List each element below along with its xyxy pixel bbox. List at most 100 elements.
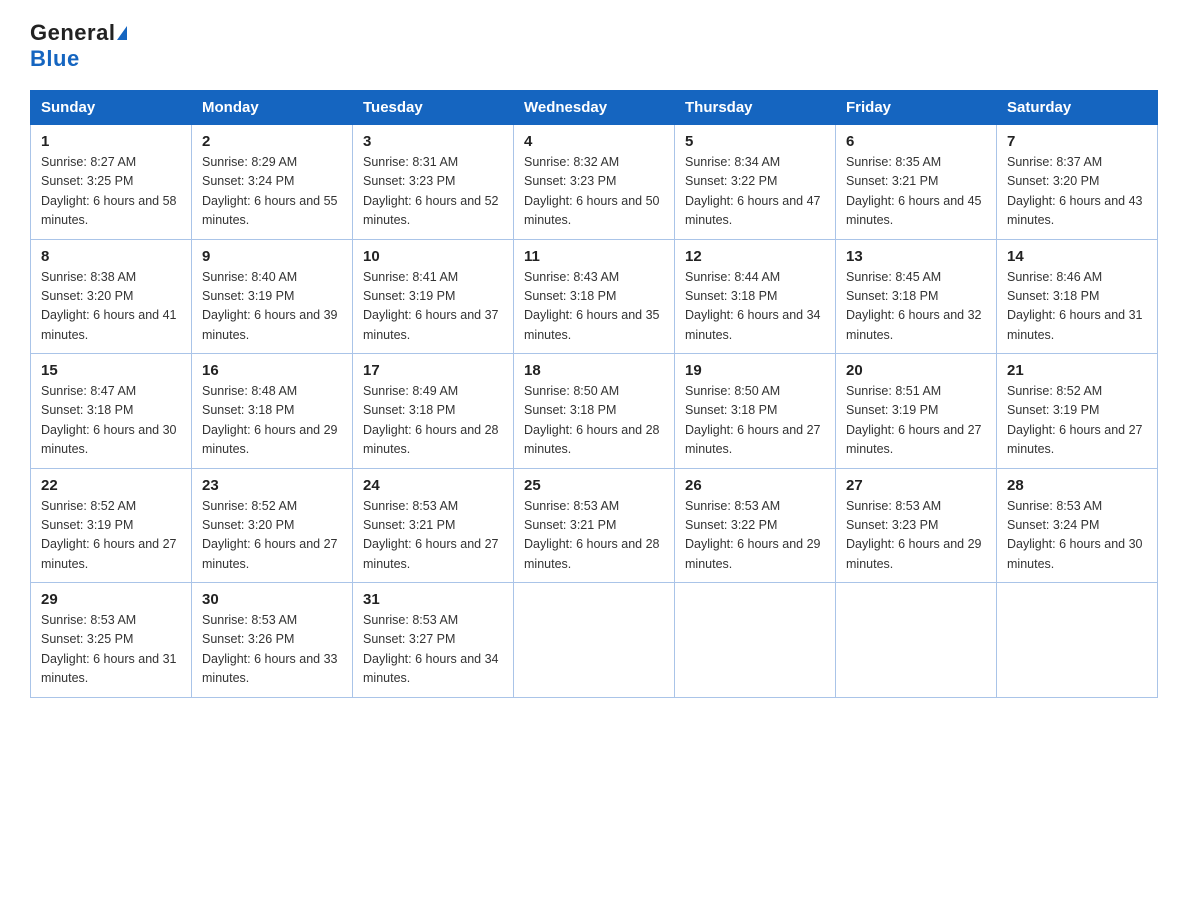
- weekday-row: SundayMondayTuesdayWednesdayThursdayFrid…: [31, 91, 1158, 125]
- day-info: Sunrise: 8:40 AMSunset: 3:19 PMDaylight:…: [202, 270, 338, 342]
- calendar-cell: [997, 583, 1158, 698]
- day-info: Sunrise: 8:44 AMSunset: 3:18 PMDaylight:…: [685, 270, 821, 342]
- day-number: 6: [846, 133, 986, 150]
- logo-triangle-icon: [117, 26, 127, 40]
- day-number: 31: [363, 591, 503, 608]
- day-number: 17: [363, 362, 503, 379]
- calendar-cell: 18Sunrise: 8:50 AMSunset: 3:18 PMDayligh…: [514, 354, 675, 469]
- day-info: Sunrise: 8:34 AMSunset: 3:22 PMDaylight:…: [685, 155, 821, 227]
- day-info: Sunrise: 8:45 AMSunset: 3:18 PMDaylight:…: [846, 270, 982, 342]
- day-info: Sunrise: 8:29 AMSunset: 3:24 PMDaylight:…: [202, 155, 338, 227]
- day-info: Sunrise: 8:53 AMSunset: 3:21 PMDaylight:…: [363, 499, 499, 571]
- calendar-cell: 16Sunrise: 8:48 AMSunset: 3:18 PMDayligh…: [192, 354, 353, 469]
- calendar-cell: [836, 583, 997, 698]
- calendar-cell: [514, 583, 675, 698]
- day-info: Sunrise: 8:31 AMSunset: 3:23 PMDaylight:…: [363, 155, 499, 227]
- day-info: Sunrise: 8:46 AMSunset: 3:18 PMDaylight:…: [1007, 270, 1143, 342]
- day-info: Sunrise: 8:53 AMSunset: 3:24 PMDaylight:…: [1007, 499, 1143, 571]
- day-number: 7: [1007, 133, 1147, 150]
- calendar-cell: 5 Sunrise: 8:34 AMSunset: 3:22 PMDaylight…: [675, 125, 836, 240]
- day-number: 3: [363, 133, 503, 150]
- calendar-cell: 7 Sunrise: 8:37 AMSunset: 3:20 PMDaylight…: [997, 125, 1158, 240]
- week-row-3: 15Sunrise: 8:47 AMSunset: 3:18 PMDayligh…: [31, 354, 1158, 469]
- day-number: 8: [41, 248, 181, 265]
- weekday-header-sunday: Sunday: [31, 91, 192, 125]
- calendar-cell: 1 Sunrise: 8:27 AMSunset: 3:25 PMDaylight…: [31, 125, 192, 240]
- calendar-cell: 14 Sunrise: 8:46 AMSunset: 3:18 PMDayligh…: [997, 239, 1158, 354]
- calendar-cell: 31 Sunrise: 8:53 AMSunset: 3:27 PMDayligh…: [353, 583, 514, 698]
- day-info: Sunrise: 8:52 AMSunset: 3:20 PMDaylight:…: [202, 499, 338, 571]
- calendar-cell: 15Sunrise: 8:47 AMSunset: 3:18 PMDayligh…: [31, 354, 192, 469]
- day-info: Sunrise: 8:35 AMSunset: 3:21 PMDaylight:…: [846, 155, 982, 227]
- day-info: Sunrise: 8:50 AMSunset: 3:18 PMDaylight:…: [524, 384, 660, 456]
- calendar-cell: 10Sunrise: 8:41 AMSunset: 3:19 PMDayligh…: [353, 239, 514, 354]
- day-number: 30: [202, 591, 342, 608]
- calendar-cell: 30 Sunrise: 8:53 AMSunset: 3:26 PMDayligh…: [192, 583, 353, 698]
- day-info: Sunrise: 8:43 AMSunset: 3:18 PMDaylight:…: [524, 270, 660, 342]
- day-info: Sunrise: 8:48 AMSunset: 3:18 PMDaylight:…: [202, 384, 338, 456]
- day-info: Sunrise: 8:53 AMSunset: 3:22 PMDaylight:…: [685, 499, 821, 571]
- calendar-cell: 6 Sunrise: 8:35 AMSunset: 3:21 PMDaylight…: [836, 125, 997, 240]
- calendar-cell: 4Sunrise: 8:32 AMSunset: 3:23 PMDaylight…: [514, 125, 675, 240]
- calendar-cell: 20Sunrise: 8:51 AMSunset: 3:19 PMDayligh…: [836, 354, 997, 469]
- weekday-header-friday: Friday: [836, 91, 997, 125]
- logo-general-text: General: [30, 20, 115, 45]
- day-number: 25: [524, 477, 664, 494]
- day-number: 21: [1007, 362, 1147, 379]
- calendar-table: SundayMondayTuesdayWednesdayThursdayFrid…: [30, 90, 1158, 698]
- day-info: Sunrise: 8:27 AMSunset: 3:25 PMDaylight:…: [41, 155, 177, 227]
- day-number: 24: [363, 477, 503, 494]
- week-row-5: 29Sunrise: 8:53 AMSunset: 3:25 PMDayligh…: [31, 583, 1158, 698]
- calendar-cell: 19 Sunrise: 8:50 AMSunset: 3:18 PMDayligh…: [675, 354, 836, 469]
- day-info: Sunrise: 8:53 AMSunset: 3:27 PMDaylight:…: [363, 613, 499, 685]
- weekday-header-monday: Monday: [192, 91, 353, 125]
- calendar-cell: 28 Sunrise: 8:53 AMSunset: 3:24 PMDayligh…: [997, 468, 1158, 583]
- week-row-1: 1 Sunrise: 8:27 AMSunset: 3:25 PMDaylight…: [31, 125, 1158, 240]
- day-info: Sunrise: 8:53 AMSunset: 3:25 PMDaylight:…: [41, 613, 177, 685]
- calendar-cell: 11Sunrise: 8:43 AMSunset: 3:18 PMDayligh…: [514, 239, 675, 354]
- day-number: 26: [685, 477, 825, 494]
- calendar-body: 1 Sunrise: 8:27 AMSunset: 3:25 PMDaylight…: [31, 125, 1158, 698]
- day-number: 12: [685, 248, 825, 265]
- calendar-cell: 23Sunrise: 8:52 AMSunset: 3:20 PMDayligh…: [192, 468, 353, 583]
- day-number: 20: [846, 362, 986, 379]
- day-info: Sunrise: 8:53 AMSunset: 3:26 PMDaylight:…: [202, 613, 338, 685]
- day-info: Sunrise: 8:52 AMSunset: 3:19 PMDaylight:…: [1007, 384, 1143, 456]
- day-number: 9: [202, 248, 342, 265]
- calendar-cell: 9 Sunrise: 8:40 AMSunset: 3:19 PMDaylight…: [192, 239, 353, 354]
- calendar-cell: 12 Sunrise: 8:44 AMSunset: 3:18 PMDayligh…: [675, 239, 836, 354]
- calendar-cell: 21 Sunrise: 8:52 AMSunset: 3:19 PMDayligh…: [997, 354, 1158, 469]
- weekday-header-tuesday: Tuesday: [353, 91, 514, 125]
- day-info: Sunrise: 8:53 AMSunset: 3:23 PMDaylight:…: [846, 499, 982, 571]
- calendar-cell: 22 Sunrise: 8:52 AMSunset: 3:19 PMDayligh…: [31, 468, 192, 583]
- weekday-header-thursday: Thursday: [675, 91, 836, 125]
- calendar-cell: [675, 583, 836, 698]
- day-info: Sunrise: 8:49 AMSunset: 3:18 PMDaylight:…: [363, 384, 499, 456]
- day-number: 10: [363, 248, 503, 265]
- day-number: 14: [1007, 248, 1147, 265]
- day-info: Sunrise: 8:53 AMSunset: 3:21 PMDaylight:…: [524, 499, 660, 571]
- calendar-cell: 8Sunrise: 8:38 AMSunset: 3:20 PMDaylight…: [31, 239, 192, 354]
- calendar-cell: 24 Sunrise: 8:53 AMSunset: 3:21 PMDayligh…: [353, 468, 514, 583]
- calendar-cell: 2Sunrise: 8:29 AMSunset: 3:24 PMDaylight…: [192, 125, 353, 240]
- day-number: 5: [685, 133, 825, 150]
- day-number: 22: [41, 477, 181, 494]
- calendar-cell: 13 Sunrise: 8:45 AMSunset: 3:18 PMDayligh…: [836, 239, 997, 354]
- calendar-cell: 29Sunrise: 8:53 AMSunset: 3:25 PMDayligh…: [31, 583, 192, 698]
- day-info: Sunrise: 8:47 AMSunset: 3:18 PMDaylight:…: [41, 384, 177, 456]
- day-number: 1: [41, 133, 181, 150]
- calendar-cell: 27 Sunrise: 8:53 AMSunset: 3:23 PMDayligh…: [836, 468, 997, 583]
- day-number: 28: [1007, 477, 1147, 494]
- calendar-cell: 26 Sunrise: 8:53 AMSunset: 3:22 PMDayligh…: [675, 468, 836, 583]
- day-info: Sunrise: 8:37 AMSunset: 3:20 PMDaylight:…: [1007, 155, 1143, 227]
- day-number: 13: [846, 248, 986, 265]
- day-info: Sunrise: 8:32 AMSunset: 3:23 PMDaylight:…: [524, 155, 660, 227]
- calendar-cell: 3 Sunrise: 8:31 AMSunset: 3:23 PMDaylight…: [353, 125, 514, 240]
- day-info: Sunrise: 8:50 AMSunset: 3:18 PMDaylight:…: [685, 384, 821, 456]
- weekday-header-saturday: Saturday: [997, 91, 1158, 125]
- calendar-cell: 25 Sunrise: 8:53 AMSunset: 3:21 PMDayligh…: [514, 468, 675, 583]
- day-number: 19: [685, 362, 825, 379]
- day-number: 27: [846, 477, 986, 494]
- day-info: Sunrise: 8:52 AMSunset: 3:19 PMDaylight:…: [41, 499, 177, 571]
- calendar-header: SundayMondayTuesdayWednesdayThursdayFrid…: [31, 91, 1158, 125]
